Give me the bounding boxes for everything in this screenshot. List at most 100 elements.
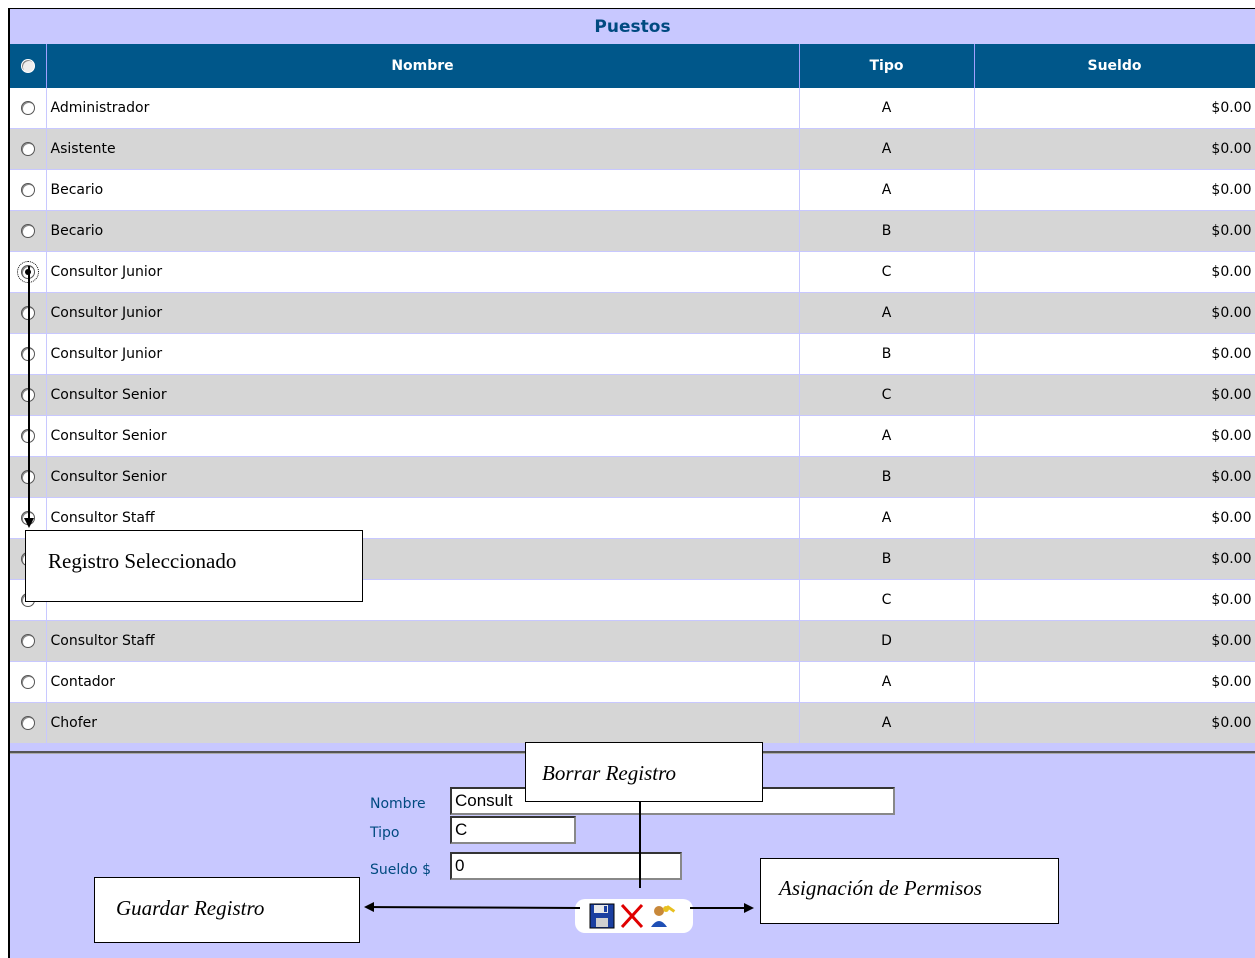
- cell-tipo: B: [799, 333, 975, 375]
- cell-tipo: A: [799, 415, 975, 457]
- radio-icon: [20, 511, 35, 525]
- table-row[interactable]: Becario B $0.00: [10, 210, 1255, 252]
- cell-sueldo: $0.00: [974, 702, 1255, 744]
- cell-sueldo: $0.00: [974, 210, 1255, 252]
- table-row[interactable]: Administrador A $0.00: [10, 88, 1255, 129]
- cell-nombre: Becario: [46, 210, 800, 252]
- callout-selected: Registro Seleccionado: [25, 530, 363, 602]
- cell-sueldo: $0.00: [974, 374, 1255, 416]
- row-select-radio[interactable]: [10, 169, 47, 211]
- page-title: Puestos: [594, 17, 671, 37]
- cell-tipo: A: [799, 169, 975, 211]
- row-select-radio[interactable]: [10, 292, 47, 334]
- table-row[interactable]: Chofer A $0.00: [10, 702, 1255, 744]
- cell-tipo: C: [799, 374, 975, 416]
- sueldo-field[interactable]: [450, 852, 682, 880]
- row-select-radio[interactable]: [10, 456, 47, 498]
- row-select-radio[interactable]: [10, 88, 47, 129]
- row-select-radio[interactable]: [10, 702, 47, 744]
- cell-sueldo: $0.00: [974, 579, 1255, 621]
- cell-nombre: Consultor Senior: [46, 415, 800, 457]
- tipo-label: Tipo: [370, 825, 400, 841]
- column-header-sueldo[interactable]: Sueldo: [974, 44, 1255, 88]
- action-toolbar: [575, 899, 693, 933]
- table-row[interactable]: Asistente A $0.00: [10, 128, 1255, 170]
- puestos-window: Puestos Nombre Tipo Sueldo Administrador…: [8, 8, 1255, 958]
- cell-sueldo: $0.00: [974, 169, 1255, 211]
- cell-tipo: A: [799, 661, 975, 703]
- column-header-tipo[interactable]: Tipo: [799, 44, 975, 88]
- cell-tipo: A: [799, 128, 975, 170]
- radio-icon: [20, 101, 35, 115]
- callout-delete: Borrar Registro: [525, 742, 763, 802]
- floppy-disk-icon: [589, 903, 615, 929]
- table-row[interactable]: Consultor Junior A $0.00: [10, 292, 1255, 334]
- cell-tipo: A: [799, 702, 975, 744]
- cell-sueldo: $0.00: [974, 661, 1255, 703]
- row-select-radio[interactable]: [10, 620, 47, 662]
- cell-tipo: A: [799, 88, 975, 129]
- table-row[interactable]: Contador A $0.00: [10, 661, 1255, 703]
- row-select-radio[interactable]: [10, 661, 47, 703]
- table-row[interactable]: Consultor Senior A $0.00: [10, 415, 1255, 457]
- cell-tipo: A: [799, 497, 975, 539]
- select-all-radio[interactable]: [10, 44, 47, 88]
- cell-sueldo: $0.00: [974, 456, 1255, 498]
- cell-nombre: Consultor Senior: [46, 374, 800, 416]
- cell-nombre: Contador: [46, 661, 800, 703]
- radio-icon: [20, 470, 35, 484]
- row-select-radio[interactable]: [10, 128, 47, 170]
- cell-tipo: B: [799, 538, 975, 580]
- cell-tipo: A: [799, 292, 975, 334]
- callout-delete-text: Borrar Registro: [542, 761, 676, 785]
- callout-selected-text: Registro Seleccionado: [48, 549, 237, 573]
- user-key-icon: [651, 905, 676, 927]
- callout-permissions: Asignación de Permisos: [760, 858, 1059, 924]
- row-select-radio[interactable]: [10, 251, 47, 293]
- radio-icon: [20, 675, 35, 689]
- table-header: Nombre Tipo Sueldo: [10, 44, 1255, 88]
- cell-tipo: C: [799, 579, 975, 621]
- cell-sueldo: $0.00: [974, 88, 1255, 129]
- cell-sueldo: $0.00: [974, 497, 1255, 539]
- callout-permissions-text: Asignación de Permisos: [779, 876, 982, 900]
- cell-nombre: Consultor Senior: [46, 456, 800, 498]
- radio-icon: [20, 347, 35, 361]
- cell-sueldo: $0.00: [974, 251, 1255, 293]
- cell-sueldo: $0.00: [974, 292, 1255, 334]
- cell-nombre: Becario: [46, 169, 800, 211]
- radio-icon: [20, 716, 35, 730]
- radio-icon: [20, 306, 35, 320]
- cell-tipo: B: [799, 456, 975, 498]
- cell-nombre: Consultor Junior: [46, 292, 800, 334]
- table-row[interactable]: Consultor Senior C $0.00: [10, 374, 1255, 416]
- callout-save-text: Guardar Registro: [116, 896, 265, 920]
- cell-nombre: Consultor Staff: [46, 620, 800, 662]
- radio-icon: [16, 261, 39, 283]
- radio-icon: [20, 142, 35, 156]
- radio-icon: [20, 183, 35, 197]
- table-row[interactable]: Becario A $0.00: [10, 169, 1255, 211]
- row-select-radio[interactable]: [10, 374, 47, 416]
- cell-tipo: B: [799, 210, 975, 252]
- column-header-nombre[interactable]: Nombre: [46, 44, 800, 88]
- cell-nombre: Chofer: [46, 702, 800, 744]
- row-select-radio[interactable]: [10, 415, 47, 457]
- save-button[interactable]: [589, 903, 615, 929]
- nombre-label: Nombre: [370, 796, 426, 812]
- row-select-radio[interactable]: [10, 210, 47, 252]
- cell-tipo: D: [799, 620, 975, 662]
- table-row[interactable]: Consultor Junior C $0.00: [10, 251, 1255, 293]
- radio-icon: [20, 388, 35, 402]
- cell-nombre: Administrador: [46, 88, 800, 129]
- table-row[interactable]: Consultor Senior B $0.00: [10, 456, 1255, 498]
- row-select-radio[interactable]: [10, 333, 47, 375]
- permissions-button[interactable]: [649, 903, 676, 929]
- cell-sueldo: $0.00: [974, 620, 1255, 662]
- sueldo-label: Sueldo $: [370, 862, 432, 878]
- table-row[interactable]: Consultor Junior B $0.00: [10, 333, 1255, 375]
- cell-nombre: Asistente: [46, 128, 800, 170]
- delete-button[interactable]: [619, 903, 645, 929]
- table-row[interactable]: Consultor Staff D $0.00: [10, 620, 1255, 662]
- tipo-field[interactable]: [450, 816, 576, 844]
